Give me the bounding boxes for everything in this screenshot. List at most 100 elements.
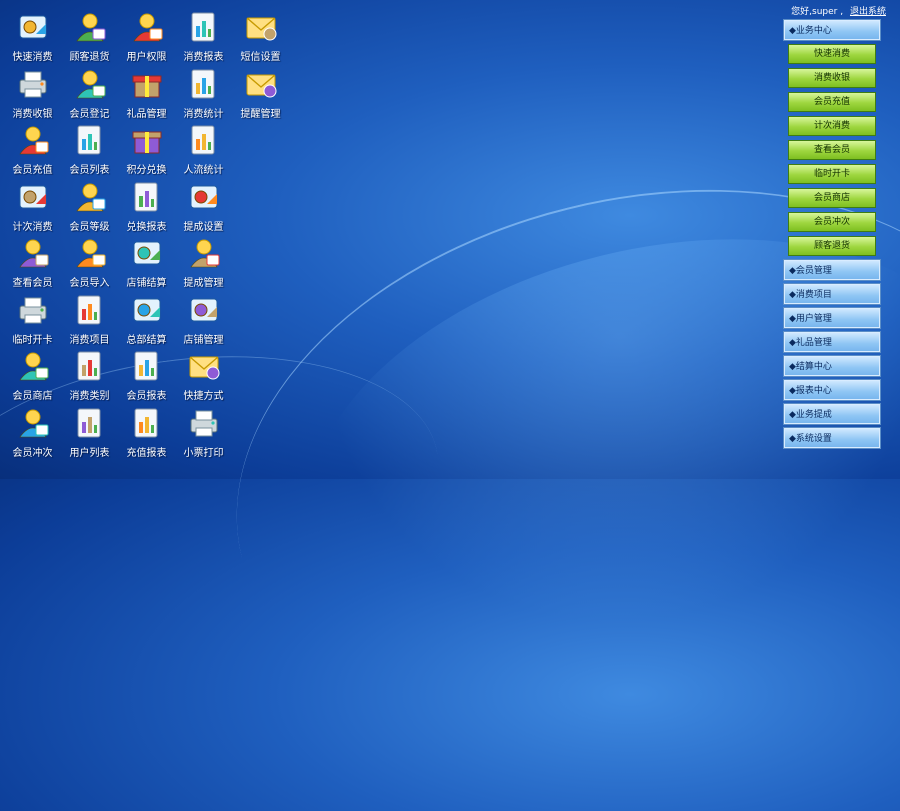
member-count-recharge-icon <box>16 406 50 440</box>
desktop-shortcut[interactable]: 消费收银 <box>4 67 61 124</box>
business-menu-item[interactable]: 会员冲次 <box>788 212 876 232</box>
desktop-shortcut-label: 消费类别 <box>69 391 110 402</box>
desktop-shortcut[interactable]: 礼品管理 <box>118 67 175 124</box>
desktop-shortcut[interactable]: 人流统计 <box>175 123 232 180</box>
sms-settings-icon <box>244 10 278 44</box>
menu-section-header[interactable]: ◆业务提成 <box>784 404 880 424</box>
empty-grid-cell <box>232 123 289 180</box>
consume-report-icon <box>187 10 221 44</box>
member-import-icon <box>73 236 107 270</box>
desktop-shortcut[interactable]: 会员导入 <box>61 236 118 293</box>
desktop-shortcut-label: 总部结算 <box>126 334 167 346</box>
user-greeting: 您好,super , 退出系统 <box>791 4 886 17</box>
business-menu-item[interactable]: 会员充值 <box>788 92 876 112</box>
desktop-shortcut[interactable]: 店铺管理 <box>175 293 232 350</box>
business-items: 快速消费消费收银会员充值计次消费查看会员临时开卡会员商店会员冲次顾客退货 <box>784 44 880 256</box>
logout-link[interactable]: 退出系统 <box>850 7 886 17</box>
desktop-shortcut-label: 店铺结算 <box>126 278 167 289</box>
desktop-shortcut[interactable]: 短信设置 <box>232 10 289 67</box>
cashier-icon <box>16 67 50 101</box>
empty-grid-cell <box>232 180 289 237</box>
desktop-shortcut-label: 顾客退货 <box>69 52 110 63</box>
desktop-shortcut-label: 消费报表 <box>183 52 224 63</box>
commission-settings-icon <box>187 180 221 214</box>
customer-return-icon <box>73 10 107 44</box>
traffic-statistics-icon <box>187 123 221 157</box>
desktop-shortcut-label: 提醒管理 <box>240 108 281 120</box>
desktop-shortcut-label: 用户权限 <box>126 52 167 63</box>
desktop-shortcut[interactable]: 快速消费 <box>4 10 61 67</box>
desktop-shortcut[interactable]: 小票打印 <box>175 406 232 463</box>
desktop-shortcut[interactable]: 提成管理 <box>175 236 232 293</box>
desktop-shortcut[interactable]: 会员充值 <box>4 123 61 180</box>
consume-items-icon <box>73 293 107 327</box>
desktop-shortcut-label: 人流统计 <box>183 165 224 176</box>
business-menu-item[interactable]: 消费收银 <box>788 68 876 88</box>
menu-section-header[interactable]: ◆礼品管理 <box>784 332 880 352</box>
desktop-shortcut[interactable]: 消费类别 <box>61 349 118 406</box>
desktop-shortcut-label: 会员冲次 <box>12 447 53 459</box>
consume-category-icon <box>73 349 107 383</box>
business-menu-item[interactable]: 计次消费 <box>788 116 876 136</box>
desktop-shortcut-label: 临时开卡 <box>12 334 53 346</box>
desktop-shortcut[interactable]: 提成设置 <box>175 180 232 237</box>
store-settlement-icon <box>130 236 164 270</box>
store-management-icon <box>187 293 221 327</box>
consume-statistics-icon <box>187 67 221 101</box>
view-member-icon <box>16 236 50 270</box>
member-report-icon <box>130 349 164 383</box>
desktop-shortcut[interactable]: 兑换报表 <box>118 180 175 237</box>
desktop-shortcut-label: 会员列表 <box>69 165 110 176</box>
business-menu-item[interactable]: 会员商店 <box>788 188 876 208</box>
desktop-shortcut[interactable]: 会员等级 <box>61 180 118 237</box>
desktop-shortcut[interactable]: 店铺结算 <box>118 236 175 293</box>
recharge-report-icon <box>130 406 164 440</box>
desktop-shortcut[interactable]: 会员报表 <box>118 349 175 406</box>
receipt-printer-icon <box>187 406 221 440</box>
desktop-shortcut[interactable]: 充值报表 <box>118 406 175 463</box>
right-menu-panel: ◆业务中心 快速消费消费收银会员充值计次消费查看会员临时开卡会员商店会员冲次顾客… <box>784 20 880 452</box>
desktop-icon-grid: 快速消费 顾客退货 用户权限 消费报表 短信设置 消费收银 会员登记 礼品管理 … <box>4 10 289 462</box>
menu-section-header[interactable]: ◆消费项目 <box>784 284 880 304</box>
business-menu-item[interactable]: 顾客退货 <box>788 236 876 256</box>
desktop-shortcut-label: 快速消费 <box>12 52 53 63</box>
empty-grid-cell <box>232 293 289 350</box>
desktop-shortcut[interactable]: 查看会员 <box>4 236 61 293</box>
desktop-shortcut[interactable]: 会员列表 <box>61 123 118 180</box>
hq-settlement-icon <box>130 293 164 327</box>
business-menu-item[interactable]: 查看会员 <box>788 140 876 160</box>
desktop-shortcut[interactable]: 会员登记 <box>61 67 118 124</box>
desktop-shortcut[interactable]: 积分兑换 <box>118 123 175 180</box>
desktop-shortcut[interactable]: 计次消费 <box>4 180 61 237</box>
desktop-shortcut-label: 提成设置 <box>183 221 224 233</box>
business-menu-item[interactable]: 临时开卡 <box>788 164 876 184</box>
desktop-shortcut[interactable]: 快捷方式 <box>175 349 232 406</box>
menu-sections: ◆会员管理 ◆消费项目 ◆用户管理 ◆礼品管理 ◆结算中心 ◆报表中心 ◆业务提成 ◆系统设置 <box>784 260 880 448</box>
desktop-shortcut-label: 快捷方式 <box>183 391 224 402</box>
desktop-shortcut-label: 充值报表 <box>126 447 167 459</box>
desktop-shortcut[interactable]: 消费统计 <box>175 67 232 124</box>
menu-section-header[interactable]: ◆用户管理 <box>784 308 880 328</box>
greeting-text: 您好,super , <box>791 7 844 17</box>
desktop-shortcut[interactable]: 用户列表 <box>61 406 118 463</box>
menu-section-header[interactable]: ◆系统设置 <box>784 428 880 448</box>
desktop-shortcut[interactable]: 消费报表 <box>175 10 232 67</box>
menu-section-business-center[interactable]: ◆业务中心 <box>784 20 880 40</box>
business-menu-item[interactable]: 快速消费 <box>788 44 876 64</box>
menu-section-header[interactable]: ◆会员管理 <box>784 260 880 280</box>
desktop-shortcut-label: 提成管理 <box>183 278 224 289</box>
desktop-shortcut[interactable]: 顾客退货 <box>61 10 118 67</box>
desktop-shortcut[interactable]: 会员商店 <box>4 349 61 406</box>
desktop-shortcut[interactable]: 提醒管理 <box>232 67 289 124</box>
menu-section-header[interactable]: ◆结算中心 <box>784 356 880 376</box>
desktop-shortcut-label: 消费项目 <box>69 334 110 346</box>
empty-grid-cell <box>232 236 289 293</box>
desktop-shortcut[interactable]: 会员冲次 <box>4 406 61 463</box>
desktop-shortcut[interactable]: 用户权限 <box>118 10 175 67</box>
desktop-shortcut[interactable]: 临时开卡 <box>4 293 61 350</box>
desktop-shortcut-label: 礼品管理 <box>126 108 167 120</box>
menu-section-header[interactable]: ◆报表中心 <box>784 380 880 400</box>
desktop-shortcut-label: 会员等级 <box>69 221 110 233</box>
desktop-shortcut[interactable]: 消费项目 <box>61 293 118 350</box>
desktop-shortcut[interactable]: 总部结算 <box>118 293 175 350</box>
